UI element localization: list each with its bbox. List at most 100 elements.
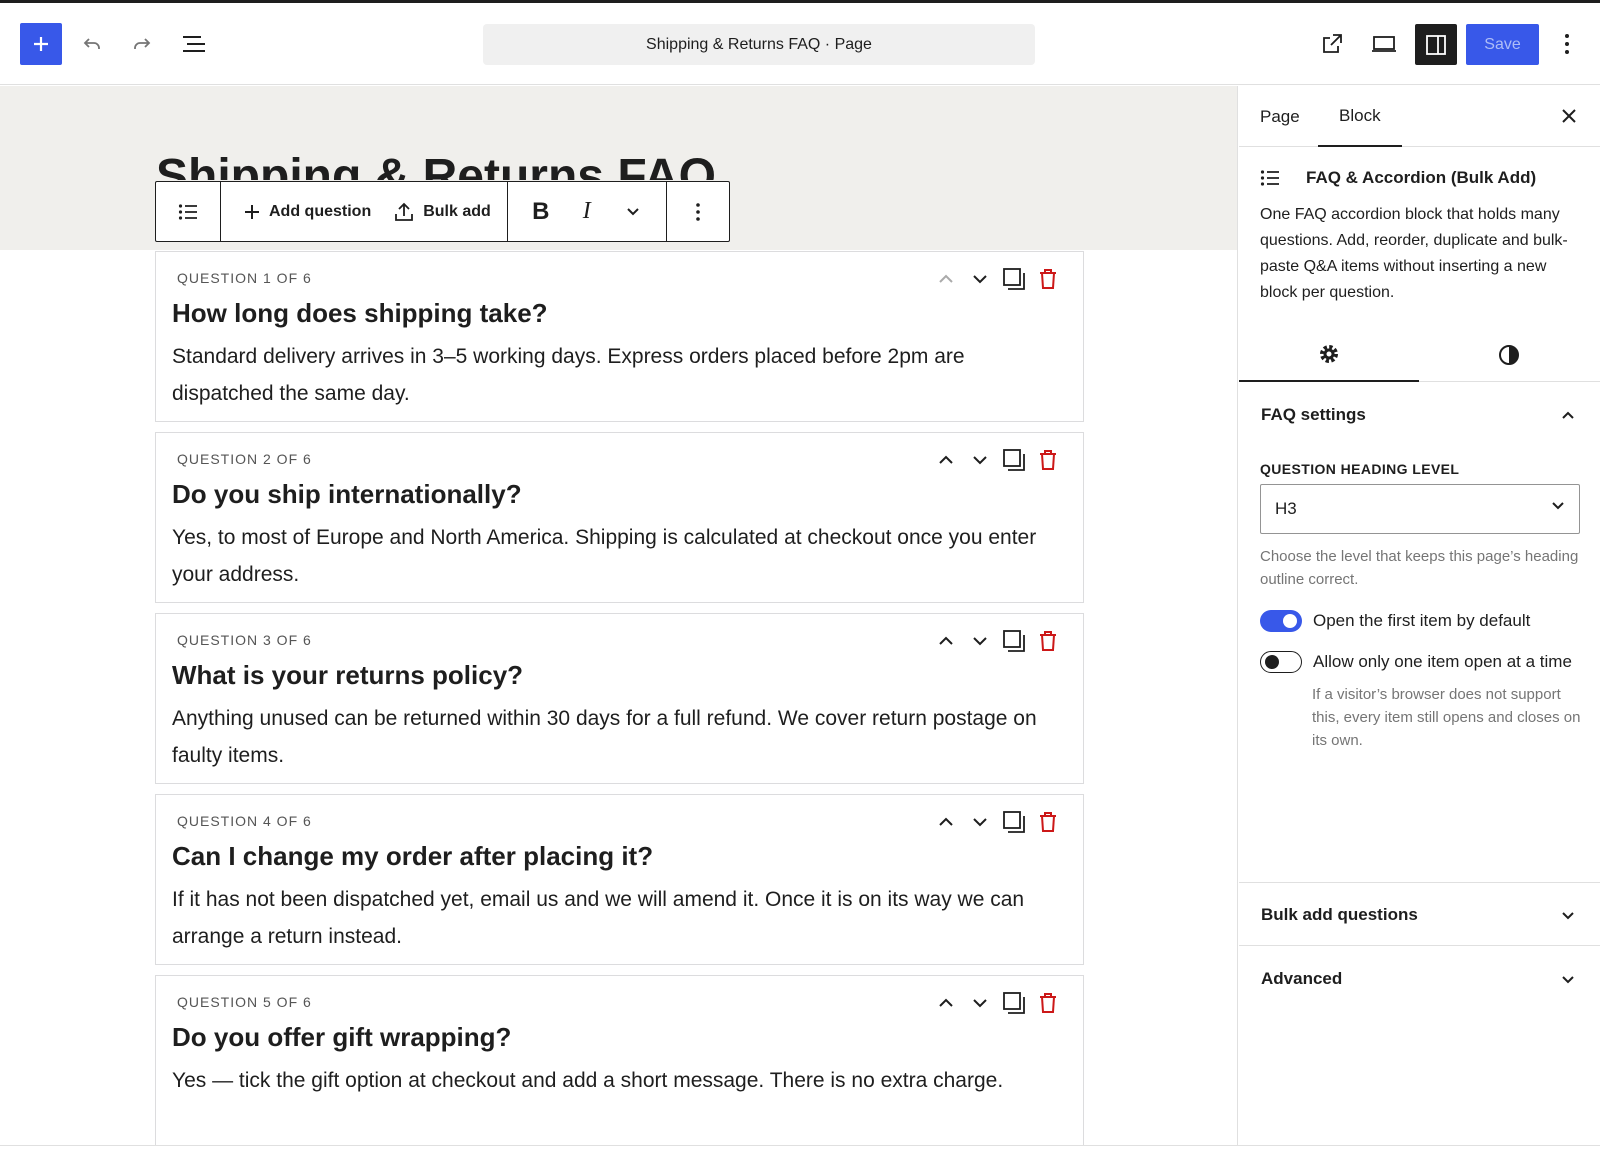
faq-item[interactable]: QUESTION 2 OF 6 Do you ship internationa… xyxy=(155,432,1084,603)
move-up-button[interactable] xyxy=(929,988,963,1018)
duplicate-button[interactable] xyxy=(997,445,1031,475)
open-first-toggle-row: Open the first item by default xyxy=(1260,610,1530,632)
move-down-button[interactable] xyxy=(963,807,997,837)
move-down-button[interactable] xyxy=(963,988,997,1018)
tab-page[interactable]: Page xyxy=(1260,86,1300,147)
duplicate-button[interactable] xyxy=(997,988,1031,1018)
delete-button[interactable] xyxy=(1031,807,1065,837)
chevron-down-icon xyxy=(973,275,987,284)
more-formatting-button[interactable] xyxy=(610,182,656,241)
faq-answer[interactable]: Yes, to most of Europe and North America… xyxy=(172,519,1062,593)
trash-icon xyxy=(1040,450,1056,470)
block-type-button[interactable] xyxy=(156,182,220,241)
settings-sidebar-toggle[interactable] xyxy=(1415,24,1457,65)
faq-settings-panel: FAQ settings QUESTION HEADING LEVEL H3 C… xyxy=(1239,383,1600,883)
faq-item[interactable]: QUESTION 3 OF 6 What is your returns pol… xyxy=(155,613,1084,784)
page-title[interactable]: Shipping & Returns FAQ xyxy=(156,148,716,180)
trash-icon xyxy=(1040,812,1056,832)
faq-actions-group: Add question Bulk add xyxy=(221,182,508,241)
chevron-down-icon xyxy=(973,637,987,646)
bulk-add-title[interactable]: Bulk add questions xyxy=(1261,905,1418,925)
document-title-bar[interactable]: Shipping & Returns FAQ · Page xyxy=(483,24,1035,65)
single-open-toggle[interactable] xyxy=(1260,651,1302,673)
duplicate-button[interactable] xyxy=(997,264,1031,294)
faq-item[interactable]: QUESTION 4 OF 6 Can I change my order af… xyxy=(155,794,1084,965)
close-sidebar-button[interactable] xyxy=(1554,101,1584,131)
faq-question[interactable]: Can I change my order after placing it? xyxy=(172,841,653,872)
open-first-toggle[interactable] xyxy=(1260,610,1302,632)
block-breadcrumb-bar xyxy=(0,1145,1600,1161)
faq-answer[interactable]: Yes — tick the gift option at checkout a… xyxy=(172,1062,1062,1099)
chevron-up-icon xyxy=(939,455,953,464)
duplicate-icon xyxy=(1003,268,1025,290)
faq-item[interactable]: QUESTION 1 OF 6 How long does shipping t… xyxy=(155,251,1084,422)
bulk-add-button[interactable]: Bulk add xyxy=(393,182,491,241)
preview-button[interactable] xyxy=(1363,23,1405,65)
single-open-label: Allow only one item open at a time xyxy=(1313,652,1572,671)
bulk-add-label: Bulk add xyxy=(423,202,491,220)
tab-block[interactable]: Block xyxy=(1318,86,1402,147)
save-button-label: Save xyxy=(1484,35,1521,53)
delete-button[interactable] xyxy=(1031,445,1065,475)
list-view-button[interactable] xyxy=(173,23,215,65)
faq-answer[interactable]: Standard delivery arrives in 3–5 working… xyxy=(172,338,1062,412)
faq-settings-title[interactable]: FAQ settings xyxy=(1261,405,1366,425)
faq-question[interactable]: How long does shipping take? xyxy=(172,298,548,329)
move-up-button[interactable] xyxy=(929,807,963,837)
bulk-add-toggle[interactable] xyxy=(1556,903,1580,927)
move-down-button[interactable] xyxy=(963,264,997,294)
chevron-down-icon xyxy=(1552,502,1564,510)
move-up-button[interactable] xyxy=(929,264,963,294)
faq-question[interactable]: Do you offer gift wrapping? xyxy=(172,1022,511,1053)
delete-button[interactable] xyxy=(1031,264,1065,294)
add-question-button[interactable]: Add question xyxy=(243,182,371,241)
list-view-icon xyxy=(183,36,205,52)
italic-button[interactable]: I xyxy=(564,182,610,241)
block-card-description: One FAQ accordion block that holds many … xyxy=(1260,206,1568,301)
save-button[interactable]: Save xyxy=(1466,24,1539,65)
duplicate-button[interactable] xyxy=(997,626,1031,656)
options-menu-button[interactable] xyxy=(1552,23,1582,65)
chevron-up-icon xyxy=(939,274,953,283)
move-down-button[interactable] xyxy=(963,626,997,656)
faq-answer[interactable]: If it has not been dispatched yet, email… xyxy=(172,881,1062,955)
move-up-button[interactable] xyxy=(929,445,963,475)
tab-settings[interactable] xyxy=(1239,328,1419,382)
faq-item[interactable]: QUESTION 5 OF 6 Do you offer gift wrappi… xyxy=(155,975,1084,1146)
block-inserter-button[interactable] xyxy=(20,23,62,65)
delete-button[interactable] xyxy=(1031,626,1065,656)
undo-button[interactable] xyxy=(71,23,113,65)
bulk-add-panel[interactable]: Bulk add questions xyxy=(1239,883,1600,946)
faq-question[interactable]: Do you ship internationally? xyxy=(172,479,522,510)
advanced-panel[interactable]: Advanced xyxy=(1239,947,1600,1010)
bold-button[interactable]: B xyxy=(518,182,564,241)
chevron-up-icon xyxy=(939,817,953,826)
heading-level-value: H3 xyxy=(1275,499,1297,518)
faq-question[interactable]: What is your returns policy? xyxy=(172,660,523,691)
single-open-toggle-row: Allow only one item open at a time xyxy=(1260,651,1572,673)
tab-styles[interactable] xyxy=(1419,328,1599,382)
move-up-button[interactable] xyxy=(929,626,963,656)
view-page-button[interactable] xyxy=(1311,23,1353,65)
advanced-title[interactable]: Advanced xyxy=(1261,969,1342,989)
chevron-up-icon xyxy=(939,998,953,1007)
faq-item-label: QUESTION 2 OF 6 xyxy=(177,451,312,467)
redo-button[interactable] xyxy=(121,23,163,65)
heading-level-label: QUESTION HEADING LEVEL xyxy=(1260,461,1460,477)
move-down-button[interactable] xyxy=(963,445,997,475)
heading-level-select[interactable]: H3 xyxy=(1260,484,1580,534)
chevron-down-icon xyxy=(973,999,987,1008)
duplicate-icon xyxy=(1003,630,1025,652)
duplicate-button[interactable] xyxy=(997,807,1031,837)
block-inspector-tabs xyxy=(1239,328,1600,382)
advanced-toggle[interactable] xyxy=(1556,967,1580,991)
faq-settings-toggle[interactable] xyxy=(1556,403,1580,427)
trash-icon xyxy=(1040,993,1056,1013)
block-type-group xyxy=(156,182,221,241)
block-options-button[interactable] xyxy=(667,182,729,241)
chevron-down-icon xyxy=(1562,975,1574,983)
chevron-down-icon xyxy=(973,456,987,465)
delete-button[interactable] xyxy=(1031,988,1065,1018)
faq-item-tools xyxy=(929,988,1065,1018)
faq-answer[interactable]: Anything unused can be returned within 3… xyxy=(172,700,1062,774)
